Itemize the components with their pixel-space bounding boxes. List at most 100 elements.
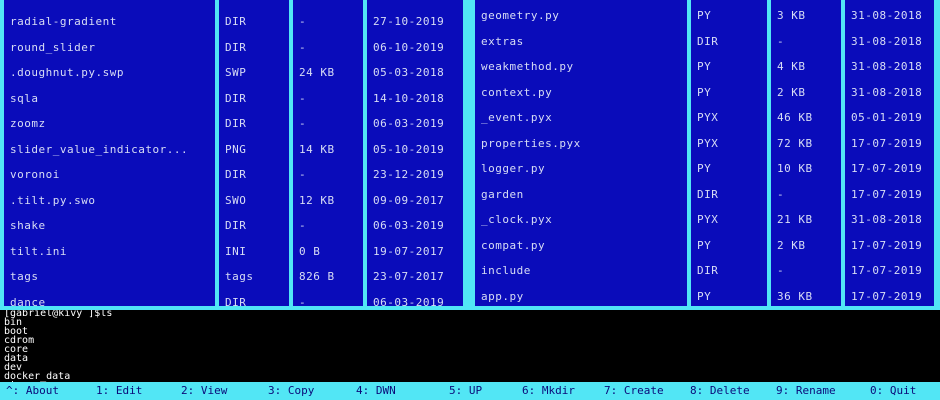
right-pane-date-cell[interactable]: 17-07-2019 — [845, 236, 934, 256]
right-pane-type-cell[interactable]: PYX — [691, 108, 767, 128]
left-pane-partial-row-type[interactable]: ... — [219, 0, 245, 6]
right-pane-size-cell[interactable]: 36 KB — [771, 287, 841, 307]
right-pane-type-cell[interactable]: PYX — [691, 210, 767, 230]
left-pane-date-cell[interactable]: 14-10-2018 — [367, 89, 463, 109]
left-pane-date-cell[interactable]: 05-10-2019 — [367, 140, 463, 160]
right-pane-date-cell[interactable]: 05-01-2019 — [845, 108, 934, 128]
right-pane-name-cell[interactable]: logger.py — [475, 159, 687, 179]
right-pane-size-cell[interactable]: 3 KB — [771, 6, 841, 26]
right-pane-date-cell[interactable]: 17-07-2019 — [845, 287, 934, 307]
left-pane-date-cell[interactable]: 06-10-2019 — [367, 38, 463, 58]
left-pane-type-cell[interactable]: DIR — [219, 12, 289, 32]
right-pane-type-cell[interactable]: PY — [691, 6, 767, 26]
right-pane-date-cell[interactable]: 31-08-2018 — [845, 32, 934, 52]
right-pane-name-cell[interactable]: _clock.pyx — [475, 210, 687, 230]
left-pane-size-cell[interactable]: - — [293, 165, 363, 185]
left-pane-date-cell[interactable]: 06-03-2019 — [367, 216, 463, 236]
left-pane-type-cell[interactable]: INI — [219, 242, 289, 262]
left-pane-type-cell[interactable]: DIR — [219, 216, 289, 236]
left-pane-name-cell[interactable]: zoomz — [4, 114, 215, 134]
right-pane-type-cell[interactable]: DIR — [691, 261, 767, 281]
right-pane-size-cell[interactable]: 2 KB — [771, 83, 841, 103]
right-pane-type-cell[interactable]: DIR — [691, 32, 767, 52]
footer-key-create-button[interactable]: 7: Create — [604, 382, 664, 400]
left-pane-date-cell[interactable]: 27-10-2019 — [367, 12, 463, 32]
left-pane-name-cell[interactable]: tilt.ini — [4, 242, 215, 262]
left-pane-name-cell[interactable]: .tilt.py.swo — [4, 191, 215, 211]
right-pane-name-cell[interactable]: geometry.py — [475, 6, 687, 26]
right-pane-date-cell[interactable]: 17-07-2019 — [845, 185, 934, 205]
footer-key-edit-button[interactable]: 1: Edit — [96, 382, 142, 400]
left-pane-type-cell[interactable]: DIR — [219, 165, 289, 185]
left-pane-name-cell[interactable]: dance — [4, 293, 215, 307]
right-pane-name-cell[interactable]: weakmethod.py — [475, 57, 687, 77]
left-pane-date-cell[interactable]: 23-07-2017 — [367, 267, 463, 287]
right-pane-type-cell[interactable]: PY — [691, 287, 767, 307]
left-pane-size-cell[interactable]: 0 B — [293, 242, 363, 262]
right-pane-type-cell[interactable]: PY — [691, 57, 767, 77]
left-pane-partial-row-size[interactable]: ... — [293, 0, 319, 6]
right-pane-date-cell[interactable]: 31-08-2018 — [845, 83, 934, 103]
right-pane-type-cell[interactable]: PY — [691, 236, 767, 256]
left-pane-size-cell[interactable]: - — [293, 114, 363, 134]
left-pane-partial-row-name[interactable]: ... — [4, 0, 30, 6]
right-pane-size-cell[interactable]: 2 KB — [771, 236, 841, 256]
left-pane-size-cell[interactable]: 826 B — [293, 267, 363, 287]
right-pane-size-cell[interactable]: 72 KB — [771, 134, 841, 154]
right-pane-name-cell[interactable]: compat.py — [475, 236, 687, 256]
left-pane-size-cell[interactable]: 24 KB — [293, 63, 363, 83]
left-pane-name-cell[interactable]: .doughnut.py.swp — [4, 63, 215, 83]
right-pane-type-cell[interactable]: PY — [691, 83, 767, 103]
right-pane-type-cell[interactable]: DIR — [691, 185, 767, 205]
left-pane-name-cell[interactable]: tags — [4, 267, 215, 287]
footer-key-dwn-button[interactable]: 4: DWN — [356, 382, 396, 400]
right-pane-name-cell[interactable]: garden — [475, 185, 687, 205]
right-pane-name-cell[interactable]: extras — [475, 32, 687, 52]
left-pane-size-cell[interactable]: - — [293, 38, 363, 58]
footer-key-copy-button[interactable]: 3: Copy — [268, 382, 314, 400]
right-pane-size-cell[interactable]: 46 KB — [771, 108, 841, 128]
left-pane-type-cell[interactable]: DIR — [219, 114, 289, 134]
right-pane-type-cell[interactable]: PY — [691, 159, 767, 179]
right-pane-date-cell[interactable]: 31-08-2018 — [845, 57, 934, 77]
right-pane-name-cell[interactable]: app.py — [475, 287, 687, 307]
right-pane-date-cell[interactable]: 31-08-2018 — [845, 210, 934, 230]
left-pane-type-cell[interactable]: DIR — [219, 89, 289, 109]
right-pane-name-cell[interactable]: include — [475, 261, 687, 281]
left-pane-size-cell[interactable]: 14 KB — [293, 140, 363, 160]
right-pane-date-cell[interactable]: 17-07-2019 — [845, 159, 934, 179]
left-pane-type-cell[interactable]: tags — [219, 267, 289, 287]
left-pane-type-cell[interactable]: DIR — [219, 293, 289, 307]
right-pane-size-cell[interactable]: - — [771, 32, 841, 52]
right-pane-date-cell[interactable]: 17-07-2019 — [845, 261, 934, 281]
left-pane-date-cell[interactable]: 09-09-2017 — [367, 191, 463, 211]
right-pane-size-cell[interactable]: - — [771, 261, 841, 281]
left-pane-size-cell[interactable]: - — [293, 12, 363, 32]
left-pane-date-cell[interactable]: 06-03-2019 — [367, 114, 463, 134]
left-pane-type-cell[interactable]: PNG — [219, 140, 289, 160]
terminal-output[interactable]: [gabriel@kivy ]$ls bin boot cdrom core data de… — [0, 310, 940, 382]
footer-key-rename-button[interactable]: 9: Rename — [776, 382, 836, 400]
left-pane-size-cell[interactable]: 12 KB — [293, 191, 363, 211]
left-pane-size-cell[interactable]: - — [293, 293, 363, 307]
left-pane-type-cell[interactable]: SWP — [219, 63, 289, 83]
right-pane-size-cell[interactable]: 4 KB — [771, 57, 841, 77]
right-pane-name-cell[interactable]: _event.pyx — [475, 108, 687, 128]
right-pane-type-cell[interactable]: PYX — [691, 134, 767, 154]
left-pane-type-cell[interactable]: DIR — [219, 38, 289, 58]
right-pane-date-cell[interactable]: 17-07-2019 — [845, 134, 934, 154]
left-pane-date-cell[interactable]: 05-03-2018 — [367, 63, 463, 83]
right-pane-name-cell[interactable]: context.py — [475, 83, 687, 103]
left-pane-size-cell[interactable]: - — [293, 216, 363, 236]
left-pane-date-cell[interactable]: 19-07-2017 — [367, 242, 463, 262]
footer-key-about-button[interactable]: ^: About — [6, 382, 59, 400]
right-pane-size-cell[interactable]: 10 KB — [771, 159, 841, 179]
left-pane-name-cell[interactable]: shake — [4, 216, 215, 236]
left-pane-name-cell[interactable]: round_slider — [4, 38, 215, 58]
footer-key-delete-button[interactable]: 8: Delete — [690, 382, 750, 400]
left-pane-name-cell[interactable]: sqla — [4, 89, 215, 109]
left-pane-date-cell[interactable]: 06-03-2019 — [367, 293, 463, 307]
right-pane-name-cell[interactable]: properties.pyx — [475, 134, 687, 154]
right-pane-size-cell[interactable]: 21 KB — [771, 210, 841, 230]
left-pane-name-cell[interactable]: radial-gradient — [4, 12, 215, 32]
